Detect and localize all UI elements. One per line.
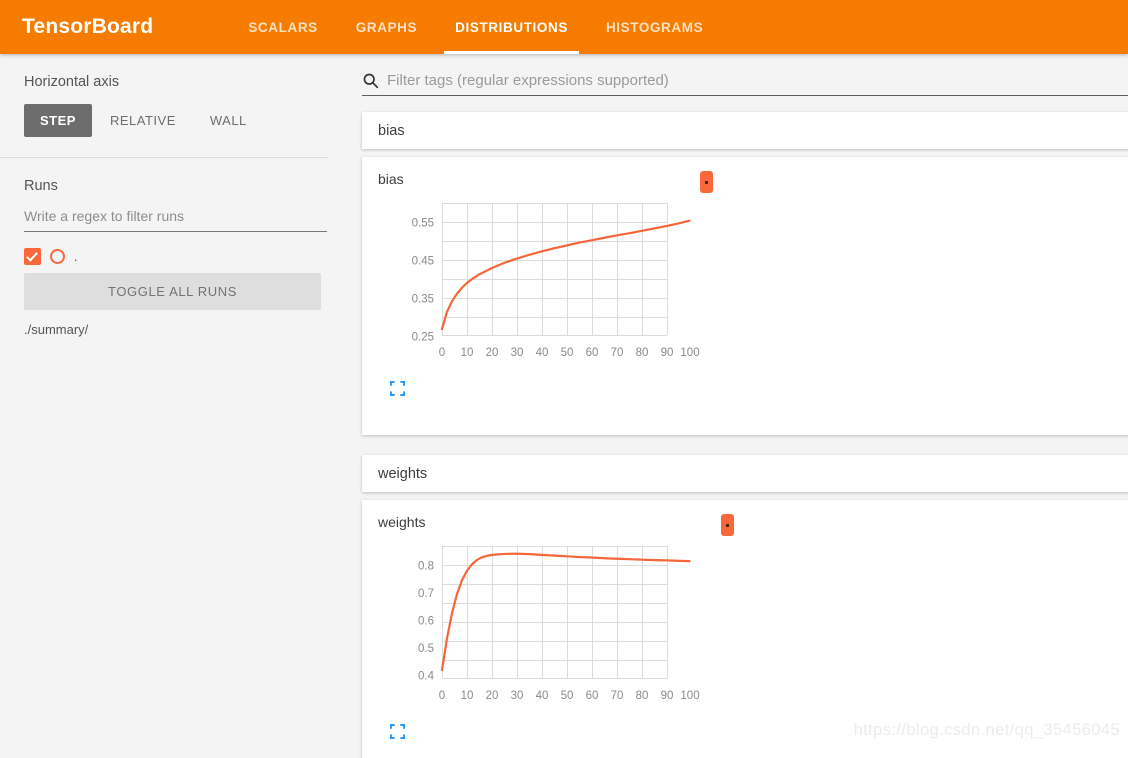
x-tick-weights-0: 0 — [439, 690, 445, 702]
tab-histograms[interactable]: HISTOGRAMS — [587, 0, 722, 54]
chart-cards: bias bias 0.55 0.45 0.35 0.25 0 10 20 30… — [352, 112, 1128, 758]
chart-title-weights: weights — [378, 514, 426, 530]
x-tick-weights-50: 50 — [561, 690, 574, 702]
x-tick-labels-bias: 0 10 20 30 40 50 60 70 80 90 100 — [439, 347, 700, 359]
x-tick-weights-40: 40 — [536, 690, 549, 702]
tab-scalars-label: SCALARS — [248, 19, 318, 35]
runs-section: Runs . TOGGLE ALL RUNS ./summary/ — [0, 158, 352, 337]
x-tick-weights-60: 60 — [586, 690, 599, 702]
x-tick-weights-90: 90 — [661, 690, 674, 702]
x-tick-weights-100: 100 — [680, 690, 699, 702]
y-tick-bias-0.45: 0.45 — [412, 256, 434, 268]
x-tick-labels-weights: 0 10 20 30 40 50 60 70 80 90 100 — [439, 690, 700, 702]
x-tick-bias-50: 50 — [561, 347, 574, 359]
series-line-bias — [440, 219, 691, 331]
y-tick-weights-0.4: 0.4 — [418, 671, 435, 683]
group-header-bias[interactable]: bias — [362, 112, 1128, 149]
runs-regex-input[interactable] — [24, 202, 327, 232]
search-icon — [363, 73, 379, 89]
y-tick-bias-0.35: 0.35 — [412, 294, 434, 306]
grid-horizontal-bias — [442, 203, 667, 336]
horizontal-axis-options: STEP RELATIVE WALL — [24, 104, 328, 137]
tab-graphs[interactable]: GRAPHS — [337, 0, 436, 54]
x-tick-bias-40: 40 — [536, 347, 549, 359]
card-spacer — [362, 435, 1128, 455]
plot-bias: 0.55 0.45 0.35 0.25 0 10 20 30 40 50 60 … — [382, 195, 1128, 375]
x-tick-weights-80: 80 — [636, 690, 649, 702]
x-tick-bias-20: 20 — [486, 347, 499, 359]
app-brand: TensorBoard — [22, 15, 154, 38]
y-tick-weights-0.8: 0.8 — [418, 561, 434, 573]
tab-graphs-label: GRAPHS — [355, 19, 418, 35]
y-tick-bias-0.55: 0.55 — [412, 218, 434, 230]
series-line-weights — [440, 552, 691, 672]
fullscreen-icon — [390, 724, 405, 739]
x-tick-bias-70: 70 — [611, 347, 624, 359]
app-header: TensorBoard SCALARS GRAPHS DISTRIBUTIONS… — [0, 0, 1128, 54]
group-header-card-bias: bias — [362, 112, 1128, 149]
x-tick-bias-100: 100 — [680, 347, 699, 359]
chart-card-weights-titlerow: weights — [362, 500, 1128, 536]
page-body: Horizontal axis STEP RELATIVE WALL Runs … — [0, 54, 1128, 758]
horizontal-axis-title: Horizontal axis — [24, 74, 120, 90]
y-tick-bias-0.25: 0.25 — [412, 332, 434, 344]
grid-horizontal-weights — [442, 546, 667, 679]
fullscreen-icon — [390, 381, 405, 396]
x-tick-bias-60: 60 — [586, 347, 599, 359]
run-color-circle-icon[interactable] — [50, 249, 65, 264]
sidebar: Horizontal axis STEP RELATIVE WALL Runs … — [0, 54, 352, 758]
expand-chart-weights-button[interactable] — [390, 724, 405, 744]
x-tick-bias-10: 10 — [461, 347, 474, 359]
main-nav-tabs: SCALARS GRAPHS DISTRIBUTIONS HISTOGRAMS — [229, 0, 722, 54]
chart-title-bias: bias — [378, 171, 404, 187]
group-header-card-weights: weights — [362, 455, 1128, 492]
tag-filter-input[interactable] — [387, 72, 1128, 89]
x-tick-bias-0: 0 — [439, 347, 445, 359]
x-tick-weights-20: 20 — [486, 690, 499, 702]
plot-svg-weights: 0.8 0.7 0.6 0.5 0.4 0 10 20 30 40 50 60 … — [418, 546, 700, 702]
tab-distributions-label: DISTRIBUTIONS — [455, 19, 568, 35]
x-tick-weights-10: 10 — [461, 690, 474, 702]
y-tick-labels-bias: 0.55 0.45 0.35 0.25 — [412, 218, 434, 344]
x-tick-bias-80: 80 — [636, 347, 649, 359]
toggle-all-runs-button[interactable]: TOGGLE ALL RUNS — [24, 273, 321, 310]
expand-chart-bias-button[interactable] — [390, 381, 405, 401]
y-tick-weights-0.7: 0.7 — [418, 588, 434, 600]
y-tick-labels-weights: 0.8 0.7 0.6 0.5 0.4 — [418, 561, 435, 683]
axis-option-step[interactable]: STEP — [24, 104, 92, 137]
horizontal-axis-section: Horizontal axis STEP RELATIVE WALL — [0, 54, 352, 137]
chart-card-bias-titlerow: bias — [362, 157, 1128, 193]
y-tick-weights-0.6: 0.6 — [418, 616, 434, 628]
x-tick-bias-30: 30 — [511, 347, 524, 359]
axis-option-relative[interactable]: RELATIVE — [94, 104, 192, 137]
tab-distributions[interactable]: DISTRIBUTIONS — [436, 0, 587, 54]
run-toggle-row: . — [24, 248, 328, 265]
chart-card-weights: weights 0.8 0.7 0.6 0.5 0.4 0 10 20 30 4… — [362, 500, 1128, 758]
group-header-weights[interactable]: weights — [362, 455, 1128, 492]
tab-scalars[interactable]: SCALARS — [229, 0, 336, 54]
chart-run-badge-bias[interactable] — [699, 171, 713, 193]
x-tick-weights-70: 70 — [611, 690, 624, 702]
y-tick-weights-0.5: 0.5 — [418, 643, 434, 655]
runs-title: Runs — [24, 178, 58, 194]
run-path-label: ./summary/ — [24, 322, 89, 337]
main-content: bias bias — [352, 54, 1128, 758]
chart-card-bias: bias 0.55 0.45 0.35 0.25 0 10 20 30 40 5… — [362, 157, 1128, 435]
run-name-label: . — [74, 249, 78, 264]
chart-run-badge-weights[interactable] — [721, 514, 735, 536]
axis-option-wall[interactable]: WALL — [194, 104, 263, 137]
group-header-bias-label: bias — [378, 122, 405, 139]
x-tick-weights-30: 30 — [511, 690, 524, 702]
tab-histograms-label: HISTOGRAMS — [605, 19, 704, 35]
tag-filter-bar — [362, 72, 1128, 96]
run-checkbox[interactable] — [24, 248, 41, 265]
group-header-weights-label: weights — [378, 465, 428, 482]
plot-svg-bias: 0.55 0.45 0.35 0.25 0 10 20 30 40 50 60 … — [412, 203, 700, 359]
x-tick-bias-90: 90 — [661, 347, 674, 359]
plot-weights: 0.8 0.7 0.6 0.5 0.4 0 10 20 30 40 50 60 … — [382, 538, 1128, 718]
tag-filter-wrap — [352, 54, 1128, 96]
